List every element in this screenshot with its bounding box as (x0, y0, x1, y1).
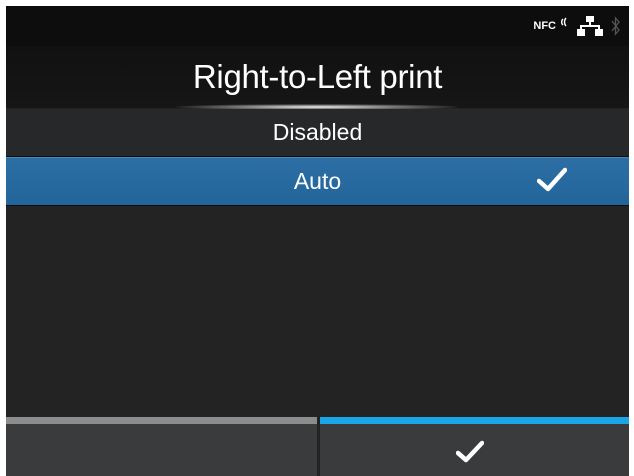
back-softkey-indicator (6, 417, 317, 424)
option-auto[interactable]: Auto (6, 157, 629, 206)
checkmark-icon (536, 167, 568, 199)
network-icon (577, 16, 603, 36)
confirm-softkey[interactable] (320, 417, 629, 476)
page-title: Right-to-Left print (192, 58, 443, 95)
options-list: Disabled Auto (6, 109, 629, 206)
status-bar: NFC (6, 6, 629, 46)
confirm-softkey-indicator (320, 417, 629, 424)
softkey-bar (6, 417, 629, 476)
checkmark-icon (455, 440, 485, 469)
option-label: Auto (293, 168, 342, 194)
bluetooth-icon (611, 16, 621, 36)
option-disabled[interactable]: Disabled (6, 109, 629, 157)
option-label: Disabled (272, 119, 363, 145)
status-icons: NFC (533, 16, 621, 36)
title-area: Right-to-Left print (6, 46, 629, 110)
printer-display: NFC Right-to-Left print Disabled Auto (6, 6, 629, 476)
back-softkey[interactable] (6, 417, 317, 476)
nfc-icon: NFC (533, 17, 569, 32)
nfc-label: NFC (533, 20, 556, 32)
